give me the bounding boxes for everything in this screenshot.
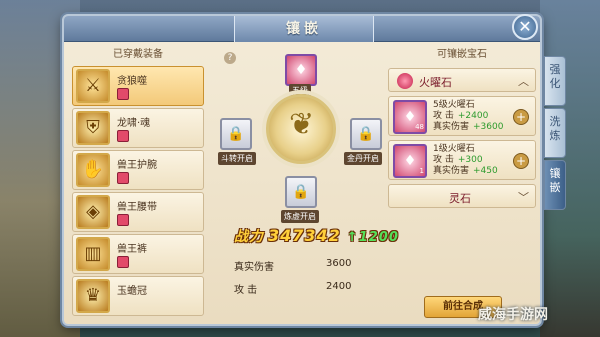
equip-item-crown[interactable]: ♛ 玉蟾冠 [72, 276, 204, 316]
gem-stat: 攻 击 +2400 [433, 111, 503, 122]
gem-socket-icon [117, 130, 129, 142]
fire-gem-icon: ♦ 1 [393, 144, 427, 178]
crown-icon: ♛ [76, 279, 110, 313]
gem-socket-icon [117, 88, 129, 100]
fire-gem-icon [397, 73, 413, 89]
lock-icon[interactable]: 🔒 [220, 118, 252, 150]
gem-list-header: 可镶嵌宝石 [437, 49, 487, 60]
gem-stat-name: 真实伤害 [433, 122, 470, 132]
lock-icon[interactable]: 🔒 [285, 176, 317, 208]
gem-stat: 真实伤害 +450 [433, 166, 498, 177]
socket-slot-label: 金丹开启 [344, 152, 382, 165]
gem-info: 1级火曜石 攻 击 +300 真实伤害 +450 [433, 144, 498, 177]
gem-stat-name: 攻 击 [433, 111, 454, 121]
gem-info: 5级火曜石 攻 击 +2400 真实伤害 +3600 [433, 100, 503, 133]
chevron-up-icon: ︿ [518, 75, 529, 88]
gem-socket-icon [117, 214, 129, 226]
window-title: 镶嵌 [234, 16, 374, 42]
combat-power-value: 347342 [268, 226, 341, 245]
bracer-icon: ✋ [76, 153, 110, 187]
stat-value: 3600 [326, 258, 352, 269]
gem-item-5[interactable]: ♦ 48 5级火曜石 攻 击 +2400 真实伤害 +3600 + [388, 96, 536, 136]
equipped-list: ⚔ 贪狼噬 ⛨ 龙啸·魂 ✋ 兽王护腕 ◈ 兽王腰带 ▥ 兽王裤 ♛ 玉蟾冠 [72, 66, 204, 316]
stats-list: 真实伤害 3600 攻 击 2400 [234, 258, 384, 304]
combat-power-label: 战力 [234, 229, 264, 245]
belt-icon: ◈ [76, 195, 110, 229]
equipped-header: 已穿戴装备 [113, 49, 163, 60]
stat-name: 攻 击 [234, 285, 258, 296]
weapon-emblem-icon: ❦ [289, 107, 315, 142]
gem-stat-value: +2400 [457, 111, 489, 121]
gem-stat-value: +450 [473, 166, 498, 176]
socket-area: ? ♦ 五级 ❦ 🔒 斗转开启 🔒 金丹开启 🔒 炼虚开启 战力 347342 ↑1… [210, 46, 398, 322]
gem-stat-value: +300 [457, 155, 483, 165]
lock-icon[interactable]: 🔒 [350, 118, 382, 150]
equip-item-bracer[interactable]: ✋ 兽王护腕 [72, 150, 204, 190]
fire-gem-icon: ♦ 48 [393, 100, 427, 134]
side-tabs: 强化 洗炼 镶嵌 [544, 56, 566, 212]
equip-item-pants[interactable]: ▥ 兽王裤 [72, 234, 204, 274]
socket-slot-label: 炼虚开启 [281, 210, 319, 223]
gem-category-label: 火曜石 [419, 76, 452, 89]
equip-item-label: 兽王裤 [117, 244, 147, 255]
socket-slot-label: 斗转开启 [218, 152, 256, 165]
equip-item-label: 玉蟾冠 [117, 286, 147, 297]
watermark-text: 威海手游网 [478, 307, 548, 323]
gem-stat-name: 攻 击 [433, 155, 454, 165]
gem-list-panel: 可镶嵌宝石 火曜石 ︿ ♦ 48 5级火曜石 攻 击 +2400 真实伤害 +3600… [388, 46, 536, 322]
add-gem-button[interactable]: + [513, 153, 529, 169]
spear-icon: ⚔ [76, 69, 110, 103]
tab-enhance[interactable]: 强化 [544, 56, 566, 106]
add-gem-button[interactable]: + [513, 109, 529, 125]
gem-stat-name: 真实伤害 [433, 166, 470, 176]
stat-value: 2400 [326, 281, 352, 292]
chevron-down-icon: ﹀ [518, 191, 529, 204]
equip-item-spear[interactable]: ⚔ 贪狼噬 [72, 66, 204, 106]
gem-category-spirit[interactable]: 灵石 ﹀ [388, 184, 536, 208]
tab-refine[interactable]: 洗炼 [544, 108, 566, 158]
equip-item-label: 龙啸·魂 [117, 118, 151, 129]
combat-power-increase: ↑1200 [346, 230, 399, 245]
gem-stat-value: +3600 [473, 122, 504, 132]
equip-item-armor[interactable]: ⛨ 龙啸·魂 [72, 108, 204, 148]
stat-row: 真实伤害 3600 [234, 258, 384, 273]
gem-inlay-panel: 镶嵌 已穿戴装备 ⚔ 贪狼噬 ⛨ 龙啸·魂 ✋ 兽王护腕 ◈ 兽王腰带 ▥ 兽王… [62, 14, 542, 326]
stat-row: 攻 击 2400 [234, 281, 384, 296]
armor-icon: ⛨ [76, 111, 110, 145]
tab-inlay[interactable]: 镶嵌 [544, 160, 566, 210]
title-bar: 镶嵌 [64, 16, 540, 42]
close-button[interactable]: ✕ [512, 14, 538, 40]
gem-stat: 真实伤害 +3600 [433, 122, 503, 133]
help-icon[interactable]: ? [224, 52, 236, 64]
socket-ring: ❦ [266, 94, 336, 164]
gem-name: 1级火曜石 [433, 144, 475, 154]
gem-count: 1 [419, 167, 424, 175]
equipped-list-panel: 已穿戴装备 ⚔ 贪狼噬 ⛨ 龙啸·魂 ✋ 兽王护腕 ◈ 兽王腰带 ▥ 兽王裤 ♛… [72, 46, 204, 322]
equip-item-label: 贪狼噬 [117, 76, 147, 87]
gem-socket-icon [117, 172, 129, 184]
equip-item-label: 兽王腰带 [117, 202, 157, 213]
socket-slot-top[interactable]: ♦ [285, 54, 317, 86]
stat-name: 真实伤害 [234, 262, 274, 273]
gem-socket-icon [117, 256, 129, 268]
pants-icon: ▥ [76, 237, 110, 271]
equip-item-label: 兽王护腕 [117, 160, 157, 171]
gem-name: 5级火曜石 [433, 100, 475, 110]
combat-power: 战力 347342 ↑1200 [234, 226, 484, 252]
gem-stat: 攻 击 +300 [433, 155, 498, 166]
equip-item-belt[interactable]: ◈ 兽王腰带 [72, 192, 204, 232]
gem-count: 48 [415, 123, 424, 131]
gem-category-label: 灵石 [449, 192, 471, 205]
gem-category-fire[interactable]: 火曜石 ︿ [388, 68, 536, 92]
gem-item-1[interactable]: ♦ 1 1级火曜石 攻 击 +300 真实伤害 +450 + [388, 140, 536, 180]
